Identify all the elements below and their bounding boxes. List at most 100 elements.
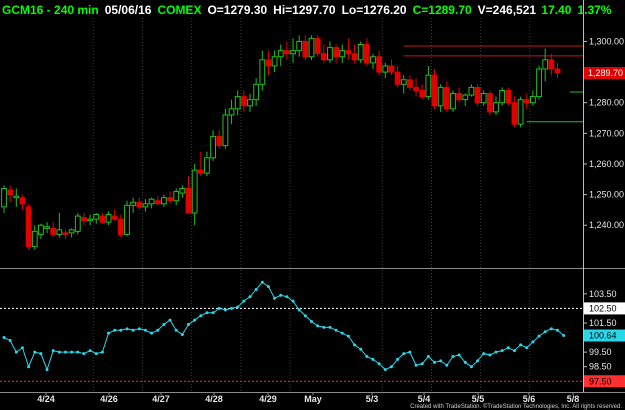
indicator-point [199,314,203,318]
candle-body [81,217,87,222]
candle-body [13,195,20,199]
indicator-point [20,346,24,350]
indicator-point [76,350,80,354]
low-label: Lo=1276.20 [342,3,407,17]
candle-body [62,232,69,235]
indicator-point [113,328,117,332]
candle-body [87,218,93,222]
indicator-point [420,362,424,366]
candle-body [437,86,444,107]
candle-body [7,189,14,196]
symbol-label: GCM16 [2,3,44,17]
y2-tick-label: 103.50 [589,289,617,299]
candle-body [450,93,456,110]
candle-body [443,86,450,110]
indicator-point [346,334,350,338]
candle-body [308,37,315,58]
candle-body [191,169,198,214]
candle-body [419,89,426,98]
indicator-point [88,349,92,353]
indicator-point [14,350,18,354]
x-tick-label: 4/24 [37,394,55,404]
indicator-point [494,350,498,354]
candle-body [25,206,32,248]
indicator-point [525,346,529,350]
x-tick-label: 5/3 [366,394,379,404]
indicator-point [57,350,61,354]
indicator-axis: 98.5099.50100.50101.50103.50102.5097.501… [583,289,625,388]
indicator-point [383,368,387,372]
x-tick-label: 5/4 [418,394,431,404]
indicator-point [463,360,467,364]
candle-body [530,96,536,104]
indicator-point [119,328,123,332]
interval-label: 240 min [54,3,99,17]
x-tick-label: 5/6 [523,394,536,404]
candle-body [468,86,475,96]
candle-body [284,50,290,55]
candle-body [50,227,57,235]
candle-body [228,108,235,116]
candle-body [179,187,186,194]
candle-body [265,59,272,67]
indicator-point [476,359,480,363]
current-price-label: 1,289.70 [588,68,623,78]
indicator-point [562,334,566,338]
candle-body [210,135,216,159]
x-tick-label: 4/26 [100,394,118,404]
candle-body [493,102,499,113]
candle-body [400,79,407,85]
indicator-point [211,311,215,315]
candle-body [38,224,44,235]
candle-body [240,96,247,107]
candlestick-series [1,35,561,250]
indicator-point [33,350,37,354]
indicator-point [254,287,258,291]
indicator-point [396,357,400,361]
candle-body [197,169,204,174]
candle-body [1,187,7,208]
candle-body [339,50,346,58]
date-label: 05/06/16 [105,3,152,17]
indicator-point [180,333,184,337]
candle-body [130,201,137,206]
lower-level-label: 97.50 [589,376,612,386]
indicator-point [8,338,12,342]
candle-body [363,44,370,64]
indicator-point [340,331,344,335]
candle-body [499,89,506,104]
indicator-point [273,296,277,300]
indicator-series [0,280,583,382]
indicator-point [260,280,264,284]
indicator-point [506,346,510,350]
indicator-point [107,331,111,335]
indicator-point [500,349,504,353]
indicator-point [322,325,326,329]
candle-body [413,86,419,91]
y2-tick-label: 99.50 [589,347,612,357]
candle-body [462,94,469,101]
indicator-point [414,363,418,367]
indicator-point [549,327,553,331]
candle-body [425,74,432,98]
y-tick-label: 1,260.00 [589,159,624,169]
indicator-point [100,350,104,354]
indicator-point [27,365,31,369]
y-tick-label: 1,280.00 [589,98,624,108]
candle-body [382,65,389,73]
candle-body [474,86,481,104]
candle-body [327,47,333,61]
indicator-point [439,359,443,363]
candle-body [511,102,518,125]
indicator-point [223,308,227,312]
indicator-point [556,328,559,332]
candle-body [259,59,266,85]
x-tick-label: 4/29 [259,394,277,404]
x-tick-label: 5/5 [472,394,485,404]
indicator-point [94,352,98,356]
candle-body [111,215,118,220]
price-axis: 1,240.00 1,250.00 1,260.00 1,270.00 1,280.00… [583,36,625,230]
candle-body [68,229,75,234]
indicator-point [353,343,357,347]
candle-body [142,203,149,208]
